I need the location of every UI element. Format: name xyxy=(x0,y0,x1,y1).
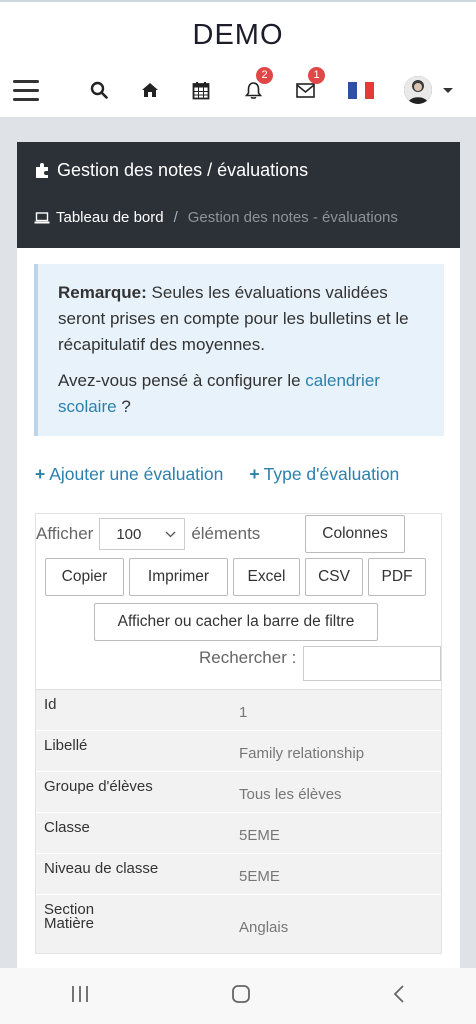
row-label: Niveau de classe xyxy=(44,860,159,877)
top-navbar: 2 1 xyxy=(0,62,476,118)
page-title-text: Gestion des notes / évaluations xyxy=(57,160,309,180)
row-label: Libellé xyxy=(44,737,88,754)
action-links: + Ajouter une évaluation + Type d'évaluati… xyxy=(35,464,460,485)
columns-button[interactable]: Colonnes xyxy=(305,515,405,553)
plus-icon: + xyxy=(35,464,46,484)
question-suffix: ? xyxy=(116,397,131,416)
add-evaluation-label: Ajouter une évaluation xyxy=(49,464,224,484)
question-text: Avez-vous pensé à configurer le xyxy=(58,371,306,390)
csv-button[interactable]: CSV xyxy=(305,558,363,596)
laptop-icon xyxy=(34,211,50,223)
french-flag xyxy=(348,81,375,99)
evaluation-detail-table: Id 1 Libellé Family relationship Groupe d'… xyxy=(36,689,441,953)
row-value: Anglais xyxy=(239,919,289,936)
table-row[interactable]: Groupe d'élèves Tous les élèves xyxy=(36,772,441,813)
pdf-button[interactable]: PDF xyxy=(368,558,426,596)
search-label: Rechercher : xyxy=(199,648,297,667)
table-row[interactable]: Niveau de classe 5EME xyxy=(36,854,441,895)
row-value: Tous les élèves xyxy=(239,786,342,803)
menu-line xyxy=(13,79,39,83)
user-avatar[interactable] xyxy=(404,76,432,104)
home-icon[interactable] xyxy=(139,76,161,104)
page-title: Gestion des notes / évaluations xyxy=(34,160,443,181)
chevron-down-icon xyxy=(165,531,176,537)
puzzle-icon xyxy=(36,163,48,178)
row-label: Id xyxy=(44,696,57,713)
remark-paragraph: Remarque: Seules les évaluations validée… xyxy=(58,280,424,358)
table-row[interactable]: Section xyxy=(36,895,441,918)
calendar-icon[interactable] xyxy=(190,76,212,104)
table-row[interactable]: Id 1 xyxy=(36,690,441,731)
android-navigation-bar xyxy=(0,968,476,1024)
table-row[interactable]: Matière Anglais xyxy=(36,915,441,953)
row-value xyxy=(231,895,239,915)
page-length-select[interactable]: 100 xyxy=(99,518,186,550)
toggle-filter-bar-button[interactable]: Afficher ou cacher la barre de filtre xyxy=(94,603,378,641)
menu-line xyxy=(13,97,39,101)
page-length-value: 100 xyxy=(116,525,142,543)
breadcrumb-separator: / xyxy=(173,209,178,226)
notifications-bell-icon[interactable]: 2 xyxy=(242,67,273,104)
excel-button[interactable]: Excel xyxy=(233,558,300,596)
evaluation-type-link[interactable]: + Type d'évaluation xyxy=(249,464,399,485)
evaluation-type-label: Type d'évaluation xyxy=(263,464,400,484)
row-label: Section xyxy=(44,901,95,918)
menu-toggle-button[interactable] xyxy=(12,76,40,104)
row-label: Matière xyxy=(44,915,95,932)
elements-label: éléments xyxy=(191,524,261,543)
breadcrumb: Tableau de bord / Gestion des notes - év… xyxy=(34,209,443,226)
row-value: 5EME xyxy=(239,827,280,844)
row-value: Family relationship xyxy=(239,745,365,762)
add-evaluation-link[interactable]: + Ajouter une évaluation xyxy=(35,464,223,485)
search-icon[interactable] xyxy=(88,76,110,104)
menu-line xyxy=(13,88,39,92)
remark-label: Remarque: xyxy=(58,283,147,302)
print-button[interactable]: Imprimer xyxy=(129,558,228,596)
evaluations-card: Gestion des notes / évaluations Tableau … xyxy=(17,142,460,972)
language-flag-fr-icon[interactable] xyxy=(347,76,375,104)
card-header: Gestion des notes / évaluations Tableau … xyxy=(17,142,460,248)
user-menu-caret-icon[interactable] xyxy=(442,76,454,104)
calendar-question: Avez-vous pensé à configurer le calendri… xyxy=(58,368,424,420)
table-row[interactable]: Libellé Family relationship xyxy=(36,731,441,772)
row-value: 5EME xyxy=(239,868,280,885)
messages-badge: 1 xyxy=(308,67,325,84)
search-input[interactable] xyxy=(303,646,441,681)
messages-envelope-icon[interactable]: 1 xyxy=(294,67,325,104)
page-length-control: Afficher 100 éléments xyxy=(36,514,260,554)
home-button-icon[interactable] xyxy=(231,984,251,1009)
breadcrumb-current: Gestion des notes - évaluations xyxy=(187,209,398,226)
notifications-badge: 2 xyxy=(256,67,273,84)
evaluations-datatable: Afficher 100 éléments Colonnes Copier Im… xyxy=(35,513,442,954)
remark-alert: Remarque: Seules les évaluations validée… xyxy=(34,264,444,436)
avatar-image xyxy=(404,76,432,104)
recent-apps-icon[interactable] xyxy=(70,985,90,1008)
row-label: Groupe d'élèves xyxy=(44,778,153,795)
breadcrumb-home-link[interactable]: Tableau de bord xyxy=(56,209,164,226)
row-label: Classe xyxy=(44,819,90,836)
copy-button[interactable]: Copier xyxy=(45,558,124,596)
plus-icon: + xyxy=(249,464,260,484)
row-value: 1 xyxy=(239,704,248,721)
back-icon[interactable] xyxy=(392,984,406,1009)
app-title: DEMO xyxy=(0,0,476,62)
show-label: Afficher xyxy=(36,524,94,543)
table-row[interactable]: Classe 5EME xyxy=(36,813,441,854)
